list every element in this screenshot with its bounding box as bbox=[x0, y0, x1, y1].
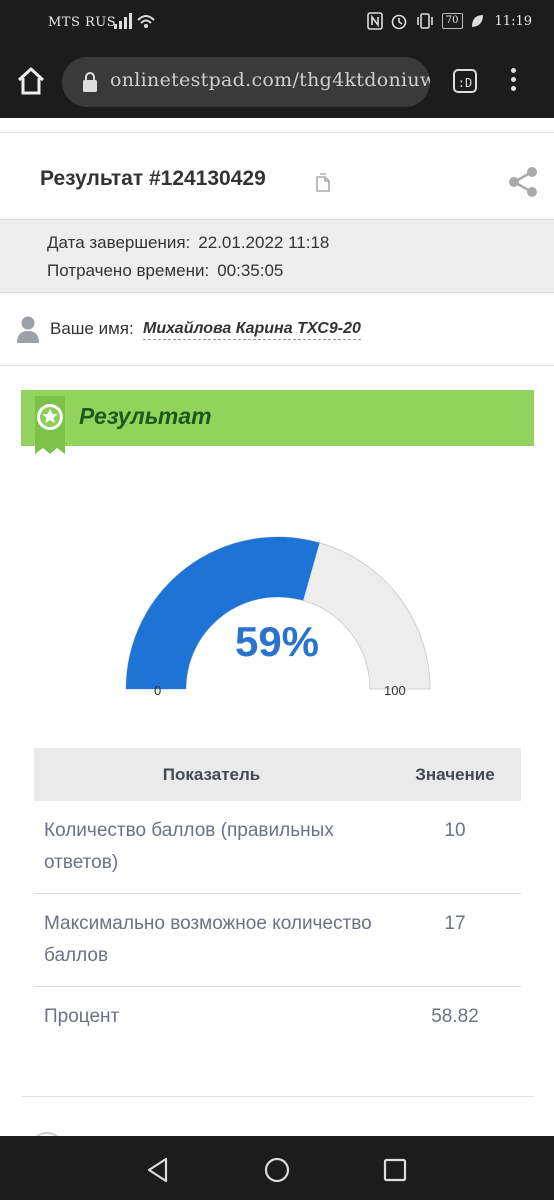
result-banner-title: Результат bbox=[79, 403, 212, 429]
result-meta: Дата завершения: 22.01.2022 11:18 Потраче… bbox=[0, 220, 554, 293]
column-header-value: Значение bbox=[389, 748, 521, 801]
finish-date-value: 22.01.2022 11:18 bbox=[198, 233, 330, 252]
gauge-value: 59% bbox=[234, 618, 320, 665]
row-value: 10 bbox=[389, 801, 521, 894]
time-spent-label: Потрачено времени: bbox=[47, 261, 210, 280]
results-table: Показатель Значение Количество баллов (п… bbox=[34, 748, 521, 1047]
menu-icon[interactable] bbox=[508, 68, 518, 96]
leaf-icon bbox=[471, 15, 483, 27]
gauge-fill bbox=[126, 537, 320, 689]
user-name-label: Ваше имя: bbox=[50, 319, 134, 338]
system-nav-bar bbox=[0, 1136, 554, 1200]
row-label: Количество баллов (правильных ответов) bbox=[34, 801, 389, 894]
section-divider bbox=[22, 1096, 534, 1097]
lock-icon bbox=[83, 72, 97, 92]
page-title: Результат #124130429 bbox=[40, 167, 266, 190]
alarm-icon bbox=[391, 14, 407, 30]
row-value: 17 bbox=[389, 893, 521, 987]
finish-date-row: Дата завершения: 22.01.2022 11:18 bbox=[47, 233, 329, 253]
url-text: onlinetestpad.com/thg4ktdoniuw bbox=[110, 69, 430, 91]
table-row: Процент 58.82 bbox=[34, 987, 521, 1048]
time-spent-row: Потрачено времени: 00:35:05 bbox=[47, 261, 283, 281]
row-value: 58.82 bbox=[431, 1006, 479, 1027]
signal-wifi-icon bbox=[114, 13, 155, 29]
share-icon[interactable] bbox=[506, 165, 540, 199]
badge-icon bbox=[35, 396, 65, 454]
row-label: Максимально возможное количество баллов bbox=[34, 893, 389, 987]
row-label: Процент bbox=[44, 1006, 120, 1027]
home-icon[interactable] bbox=[14, 64, 48, 98]
result-header: Результат #124130429 bbox=[0, 133, 554, 220]
page-content: Результат #124130429 Дата завершения: 22.… bbox=[0, 118, 554, 1136]
finish-date-label: Дата завершения: bbox=[47, 233, 191, 252]
vibrate-icon bbox=[416, 13, 433, 29]
result-card: Результат #124130429 Дата завершения: 22.… bbox=[0, 132, 554, 366]
nfc-icon bbox=[366, 12, 383, 30]
address-bar[interactable]: onlinetestpad.com/thg4ktdoniuw bbox=[62, 57, 430, 107]
back-icon[interactable] bbox=[144, 1156, 172, 1184]
user-name-value[interactable]: Михайлова Карина ТХС9-20 bbox=[143, 320, 361, 340]
browser-toolbar: onlinetestpad.com/thg4ktdoniuw :D bbox=[0, 46, 554, 118]
table-header-row: Показатель Значение bbox=[34, 748, 521, 801]
score-gauge bbox=[125, 536, 431, 690]
clock: 11:19 bbox=[494, 13, 532, 29]
column-header-indicator: Показатель bbox=[34, 748, 389, 801]
copy-icon[interactable] bbox=[314, 173, 332, 193]
table-row: Количество баллов (правильных ответов) 1… bbox=[34, 801, 521, 894]
table-row: Максимально возможное количество баллов … bbox=[34, 893, 521, 987]
gauge-max-label: 100 bbox=[384, 683, 406, 698]
user-row: Ваше имя: Михайлова Карина ТХС9-20 bbox=[0, 293, 554, 366]
result-banner: Результат bbox=[21, 390, 534, 454]
tabs-icon[interactable]: :D bbox=[453, 69, 477, 93]
user-icon bbox=[17, 316, 39, 343]
gauge-min-label: 0 bbox=[154, 683, 162, 698]
time-spent-value: 00:35:05 bbox=[217, 261, 284, 280]
carrier-name: MTS RUS bbox=[48, 15, 117, 30]
battery-indicator: 70 bbox=[441, 13, 463, 29]
recents-icon[interactable] bbox=[381, 1156, 409, 1184]
home-nav-icon[interactable] bbox=[263, 1156, 291, 1184]
status-bar: MTS RUS 70 11:19 bbox=[0, 0, 554, 46]
